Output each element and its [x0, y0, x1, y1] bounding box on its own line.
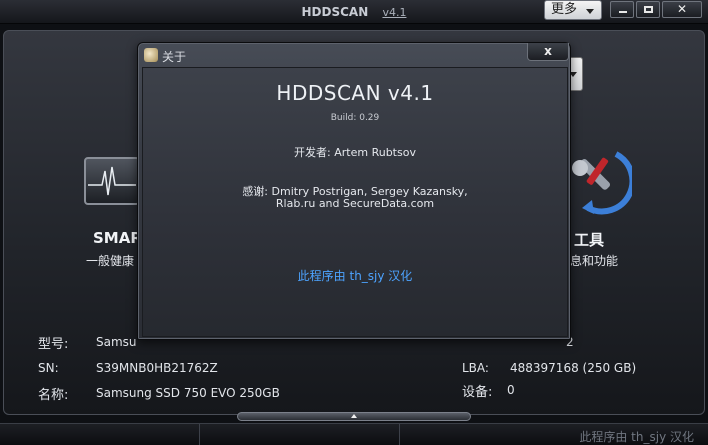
panel-expand-handle[interactable] [237, 412, 471, 421]
close-button[interactable]: ✕ [662, 1, 702, 18]
smart-label[interactable]: SMAR [93, 229, 142, 247]
version-link[interactable]: v4.1 [382, 6, 406, 19]
name-value: Samsung SSD 750 EVO 250GB [96, 386, 280, 400]
smart-subtitle: 一般健康 [86, 254, 135, 268]
tools-label[interactable]: 工具 [574, 229, 604, 250]
maximize-icon [644, 6, 653, 13]
about-dialog-title: 关于 [162, 50, 187, 64]
close-icon: ✕ [676, 2, 688, 16]
main-titlebar[interactable]: HDDSCAN v4.1 更多 ✕ [0, 0, 708, 24]
minimize-icon [619, 11, 627, 13]
sn-value: S39MNB0HB21762Z [96, 361, 218, 375]
sn-label: SN: [38, 361, 59, 375]
model-value: Samsu [96, 335, 137, 349]
model-label: 型号: [38, 337, 69, 352]
status-credit: 此程序由 th_sjy 汉化 [579, 430, 694, 444]
app-title-text: HDDSCAN [301, 5, 369, 19]
about-app-icon [144, 48, 158, 62]
device-value: 0 [507, 383, 515, 397]
more-menu-button[interactable]: 更多 [544, 0, 602, 20]
minimize-button[interactable] [610, 1, 634, 18]
lba-label: LBA: [462, 361, 489, 375]
about-dialog-titlebar[interactable]: 关于 x [138, 43, 570, 67]
about-close-button[interactable]: x [527, 43, 569, 61]
maximize-button[interactable] [636, 1, 660, 18]
tools-subtitle: 息和功能 [570, 254, 619, 268]
chevron-down-icon [586, 9, 594, 14]
statusbar: 此程序由 th_sjy 汉化 [0, 423, 708, 445]
close-icon: x [544, 44, 552, 58]
about-dialog: 关于 x HDDSCAN v4.1 Build: 0.29 开发者: Artem… [137, 42, 571, 340]
status-segment [0, 424, 200, 445]
smart-heartbeat-icon[interactable] [84, 157, 140, 205]
about-localization-link[interactable]: 此程序由 th_sjy 汉化 [143, 267, 567, 284]
tools-wrench-icon[interactable] [566, 146, 636, 216]
about-developer: 开发者: Artem Rubtsov [294, 146, 416, 159]
about-app-name: HDDSCAN v4.1 [276, 81, 434, 105]
status-segment [200, 424, 400, 445]
more-menu-label: 更多 [551, 2, 578, 17]
about-dialog-content: HDDSCAN v4.1 Build: 0.29 开发者: Artem Rubt… [142, 67, 568, 337]
device-label: 设备: [462, 385, 493, 400]
about-build: Build: 0.29 [330, 113, 380, 123]
lba-value: 488397168 (250 GB) [510, 361, 637, 375]
about-thanks-line2: Rlab.ru and SecureData.com [275, 197, 435, 210]
name-label: 名称: [38, 388, 69, 403]
